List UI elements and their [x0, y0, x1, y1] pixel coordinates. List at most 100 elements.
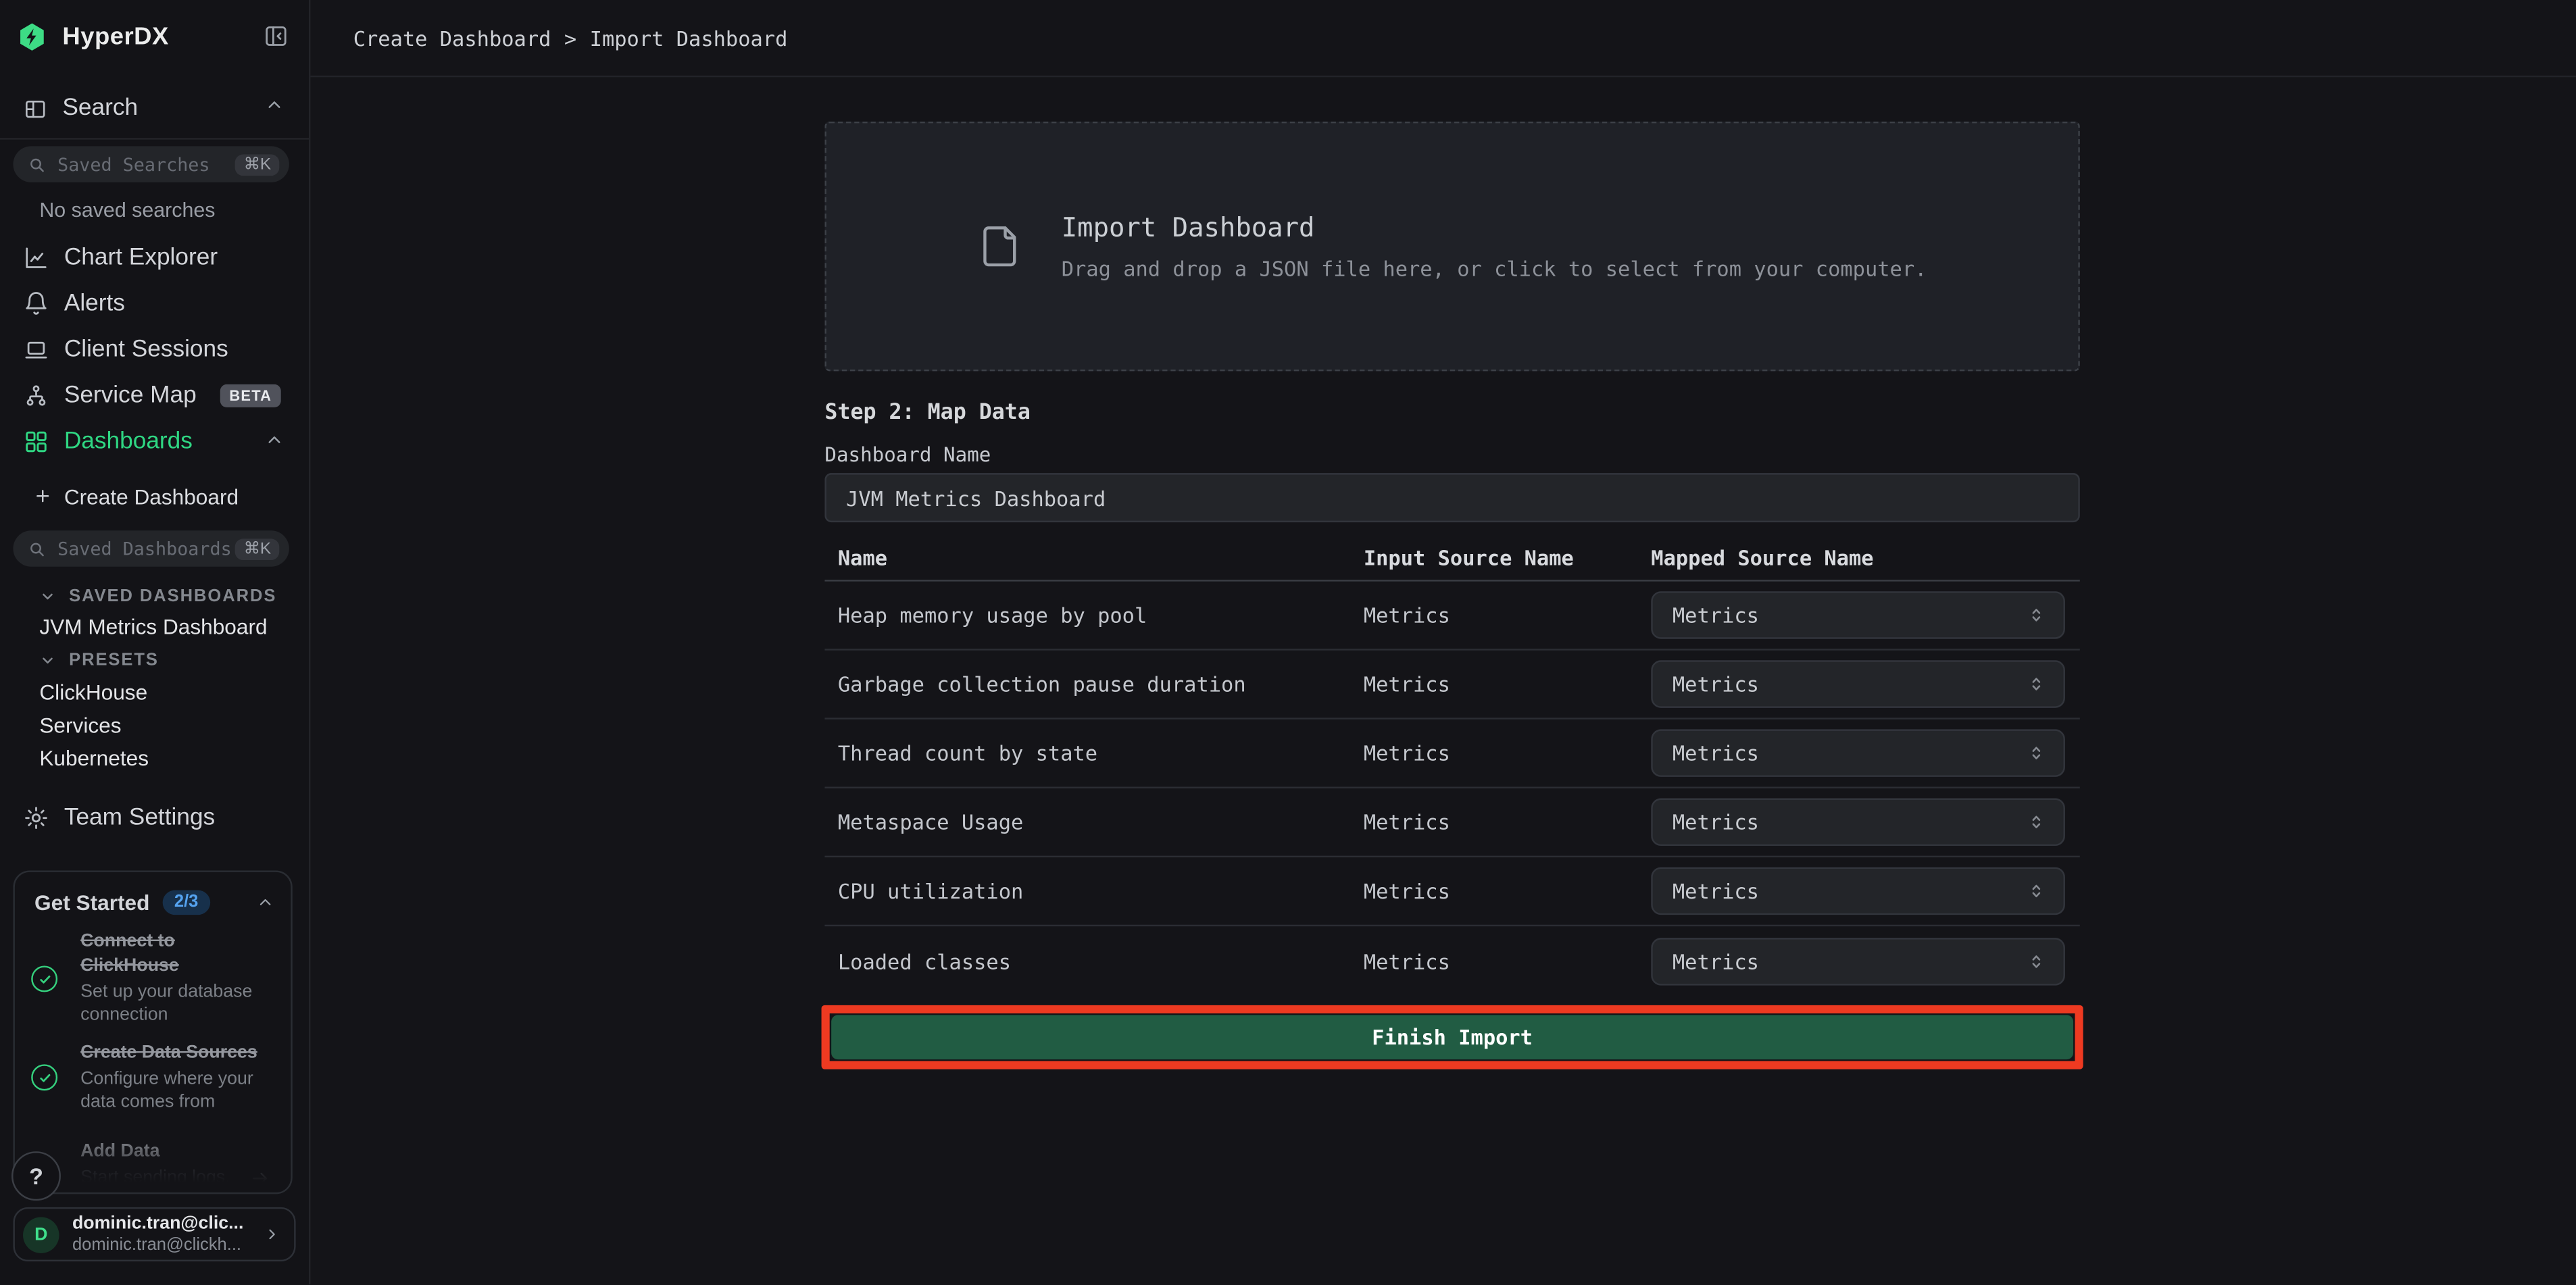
- sidebar: HyperDX Search ⌘K: [0, 0, 310, 1284]
- chevron-up-icon[interactable]: [256, 892, 274, 911]
- row-name-cell: Garbage collection pause duration: [824, 672, 1363, 696]
- help-button[interactable]: ?: [11, 1151, 61, 1201]
- search-icon: [28, 540, 46, 558]
- column-header-name: Name: [824, 545, 1363, 570]
- row-input-source-cell: Metrics: [1364, 740, 1651, 765]
- mapped-source-select[interactable]: Metrics: [1651, 937, 2065, 985]
- table-row: Loaded classes Metrics Metrics: [824, 926, 2079, 995]
- sidebar-item-service-map[interactable]: Service Map BETA: [23, 376, 282, 415]
- avatar-initial: D: [34, 1224, 47, 1244]
- get-started-card: Get Started 2/3 Connect to ClickHouse Se…: [13, 870, 292, 1194]
- chevron-up-icon[interactable]: [264, 430, 284, 450]
- get-started-title: Get Started: [34, 889, 149, 913]
- mapped-source-select[interactable]: Metrics: [1651, 799, 2065, 847]
- caret-sort-icon: [2024, 879, 2048, 903]
- dashboard-name-input[interactable]: [824, 473, 2079, 522]
- sidebar-item-label: Service Map: [64, 382, 197, 409]
- plus-icon: [33, 486, 53, 506]
- topbar: Create Dashboard > Import Dashboard: [310, 0, 2576, 77]
- caret-sort-icon: [2024, 740, 2048, 765]
- group-label: SAVED DASHBOARDS: [69, 586, 276, 606]
- saved-dashboards-input[interactable]: [57, 538, 235, 559]
- sidebar-item-search[interactable]: Search: [23, 89, 138, 128]
- row-input-source-cell: Metrics: [1364, 879, 1651, 903]
- get-started-item[interactable]: Add Data Start sending logs, metrics, or…: [31, 1128, 278, 1194]
- preset-link-clickhouse[interactable]: ClickHouse: [39, 678, 147, 706]
- saved-dashboards-search[interactable]: ⌘K: [13, 530, 289, 566]
- caret-sort-icon: [2024, 810, 2048, 834]
- step-label: Step 2: Map Data: [824, 401, 1030, 425]
- laptop-icon: [23, 336, 49, 363]
- table-row: Metaspace Usage Metrics Metrics: [824, 788, 2079, 857]
- preset-link-services[interactable]: Services: [39, 711, 121, 739]
- table-row: Heap memory usage by pool Metrics Metric…: [824, 582, 2079, 651]
- table-row: CPU utilization Metrics Metrics: [824, 857, 2079, 926]
- breadcrumb-import-dashboard: Import Dashboard: [590, 26, 788, 51]
- no-saved-searches-text: No saved searches: [39, 199, 215, 222]
- row-name-cell: Metaspace Usage: [824, 810, 1363, 834]
- chevron-right-icon: [263, 1226, 281, 1244]
- get-started-item[interactable]: Create Data Sources Configure where your…: [31, 1036, 278, 1119]
- selected-value: Metrics: [1673, 740, 1759, 765]
- avatar: D: [23, 1216, 59, 1252]
- mapped-source-select[interactable]: Metrics: [1651, 867, 2065, 915]
- sidebar-item-team-settings[interactable]: Team Settings: [23, 799, 215, 838]
- dropzone-title: Import Dashboard: [1062, 212, 1927, 243]
- sidebar-item-label: Client Sessions: [64, 336, 228, 363]
- saved-searches-search[interactable]: ⌘K: [13, 146, 289, 182]
- user-menu[interactable]: D dominic.tran@clic... dominic.tran@clic…: [13, 1207, 295, 1261]
- saved-searches-input[interactable]: [57, 153, 235, 175]
- get-started-header[interactable]: Get Started 2/3: [34, 885, 274, 918]
- preset-link-kubernetes[interactable]: Kubernetes: [39, 744, 149, 772]
- sidebar-item-dashboards[interactable]: Dashboards: [23, 422, 193, 461]
- app-logo[interactable]: HyperDX: [16, 16, 295, 55]
- finish-import-button[interactable]: Finish Import: [831, 1015, 2073, 1059]
- chevron-down-icon: [39, 588, 55, 604]
- sidebar-item-chart-explorer[interactable]: Chart Explorer: [23, 238, 218, 278]
- divider: [0, 138, 309, 139]
- column-header-mapped-source: Mapped Source Name: [1651, 545, 2080, 570]
- mapped-source-select[interactable]: Metrics: [1651, 660, 2065, 708]
- task-title: Connect to ClickHouse: [80, 930, 278, 978]
- sidebar-item-label: Team Settings: [64, 805, 215, 831]
- preset-link-label: Kubernetes: [39, 746, 149, 770]
- sidebar-dashboard-link[interactable]: JVM Metrics Dashboard: [39, 613, 267, 640]
- help-label: ?: [29, 1163, 43, 1189]
- sidebar-item-label: Chart Explorer: [64, 245, 218, 271]
- app-window: HyperDX Search ⌘K: [0, 0, 2576, 1284]
- chevron-up-icon[interactable]: [264, 95, 284, 115]
- import-dropzone[interactable]: Import Dashboard Drag and drop a JSON fi…: [824, 122, 2079, 372]
- mapped-source-select[interactable]: Metrics: [1651, 729, 2065, 777]
- check-circle-icon: [31, 965, 57, 992]
- file-icon: [978, 217, 1022, 276]
- shortcut-badge: ⌘K: [235, 538, 279, 559]
- collapse-sidebar-icon[interactable]: [263, 23, 289, 49]
- task-desc: Configure where your data comes from: [80, 1067, 278, 1115]
- chevron-down-icon: [39, 652, 55, 668]
- row-name-cell: CPU utilization: [824, 879, 1363, 903]
- saved-dashboards-group[interactable]: SAVED DASHBOARDS: [39, 584, 276, 607]
- dashboard-name-label: Dashboard Name: [824, 443, 991, 466]
- selected-value: Metrics: [1673, 810, 1759, 834]
- sidebar-item-alerts[interactable]: Alerts: [23, 284, 125, 324]
- mapped-source-select[interactable]: Metrics: [1651, 591, 2065, 639]
- hyperdx-logo-icon: [16, 20, 47, 51]
- get-started-item[interactable]: Connect to ClickHouse Set up your databa…: [31, 928, 278, 1030]
- progress-badge: 2/3: [163, 889, 210, 913]
- table-header-row: Name Input Source Name Mapped Source Nam…: [824, 536, 2079, 582]
- presets-group[interactable]: PRESETS: [39, 649, 159, 672]
- gear-icon: [23, 805, 49, 831]
- breadcrumb-create-dashboard[interactable]: Create Dashboard: [353, 26, 551, 51]
- breadcrumb-separator: >: [564, 26, 576, 51]
- beta-badge: BETA: [220, 384, 282, 407]
- row-input-source-cell: Metrics: [1364, 949, 1651, 973]
- bell-icon: [23, 291, 49, 317]
- selected-value: Metrics: [1673, 672, 1759, 696]
- sidebar-item-label: Alerts: [64, 291, 125, 317]
- table-row: Thread count by state Metrics Metrics: [824, 720, 2079, 788]
- sidebar-item-client-sessions[interactable]: Client Sessions: [23, 330, 228, 370]
- create-dashboard-button[interactable]: Create Dashboard: [33, 481, 239, 511]
- breadcrumb: Create Dashboard > Import Dashboard: [353, 26, 788, 51]
- caret-sort-icon: [2024, 603, 2048, 627]
- table-row: Garbage collection pause duration Metric…: [824, 651, 2079, 720]
